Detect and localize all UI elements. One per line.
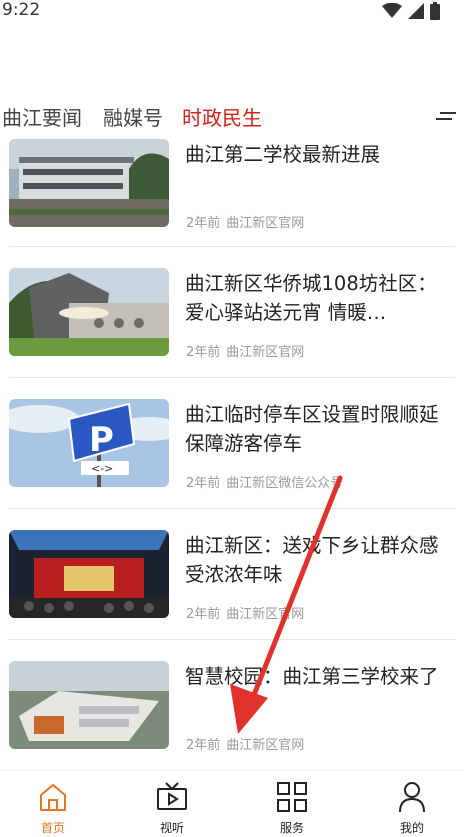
tab-media[interactable]: 融媒号 (103, 102, 163, 131)
status-bar: 9:22 (0, 0, 464, 22)
news-age: 2年前 (186, 345, 221, 360)
news-thumbnail (9, 530, 169, 618)
news-source: 曲江新区官网 (226, 345, 305, 360)
person-icon (399, 782, 425, 813)
news-age: 2年前 (186, 476, 221, 491)
nav-home[interactable]: 首页 (13, 771, 93, 837)
news-age: 2年前 (186, 738, 221, 753)
battery-icon (430, 2, 440, 20)
signal-icon (408, 3, 424, 19)
news-item[interactable]: P <-> 曲江临时停车区设置时限顺延 保障游客停车 2年前 曲江新区微信公众号 (9, 378, 455, 508)
news-title: 曲江临时停车区设置时限顺延 保障游客停车 (185, 403, 439, 455)
news-thumbnail (9, 661, 169, 749)
news-source: 曲江新区微信公众号 (226, 476, 344, 491)
news-item[interactable]: 曲江新区：送戏下乡让群众感受浓浓年味 2年前 曲江新区官网 (9, 509, 455, 639)
news-meta: 2年前 曲江新区官网 (186, 603, 304, 622)
home-icon (40, 784, 66, 811)
nav-services[interactable]: 服务 (252, 771, 332, 837)
news-meta: 2年前 曲江新区官网 (186, 734, 304, 753)
grid-icon (277, 782, 307, 812)
nav-profile[interactable]: 我的 (372, 771, 452, 837)
news-age: 2年前 (186, 607, 221, 622)
tab-qujiang-news[interactable]: 曲江要闻 (2, 102, 82, 131)
news-meta: 2年前 曲江新区官网 (186, 212, 304, 231)
menu-icon[interactable] (434, 106, 458, 128)
news-source: 曲江新区官网 (226, 738, 305, 753)
status-time: 9:22 (2, 0, 41, 20)
news-title: 曲江第二学校最新进展 (185, 143, 381, 166)
tv-play-icon (157, 782, 187, 810)
nav-label-video: 视听 (159, 821, 184, 835)
news-item[interactable]: 智慧校园：曲江第三学校来了 2年前 曲江新区官网 (9, 640, 455, 770)
svg-text:P: P (89, 420, 114, 460)
tab-politics-livelihood[interactable]: 时政民生 (182, 102, 262, 131)
nav-video[interactable]: 视听 (132, 771, 212, 837)
news-meta: 2年前 曲江新区官网 (186, 341, 304, 360)
status-icons (382, 2, 440, 20)
nav-label-profile: 我的 (399, 821, 424, 835)
wifi-icon (382, 3, 402, 18)
news-list: 曲江第二学校最新进展 2年前 曲江新区官网 曲江新区华侨城108坊社区：爱心驿站送… (0, 134, 464, 770)
news-source: 曲江新区官网 (226, 216, 305, 231)
news-thumbnail (9, 268, 169, 356)
news-age: 2年前 (186, 216, 221, 231)
news-meta: 2年前 曲江新区微信公众号 (186, 472, 343, 491)
news-source: 曲江新区官网 (226, 607, 305, 622)
nav-label-services: 服务 (279, 821, 304, 835)
news-title: 曲江新区华侨城108坊社区：爱心驿站送元宵 情暖… (185, 272, 437, 324)
news-item[interactable]: 曲江第二学校最新进展 2年前 曲江新区官网 (9, 134, 455, 231)
category-tabs: 曲江要闻 融媒号 时政民生 (0, 100, 464, 134)
news-thumbnail (9, 139, 169, 227)
news-thumbnail: P <-> (9, 399, 169, 487)
svg-text:<->: <-> (91, 462, 113, 475)
news-title: 曲江新区：送戏下乡让群众感受浓浓年味 (185, 534, 439, 586)
news-title: 智慧校园：曲江第三学校来了 (185, 665, 439, 688)
bottom-nav: 首页 视听 服务 我的 (0, 770, 464, 837)
news-item[interactable]: 曲江新区华侨城108坊社区：爱心驿站送元宵 情暖… 2年前 曲江新区官网 (9, 247, 455, 377)
nav-label-home: 首页 (40, 821, 65, 835)
